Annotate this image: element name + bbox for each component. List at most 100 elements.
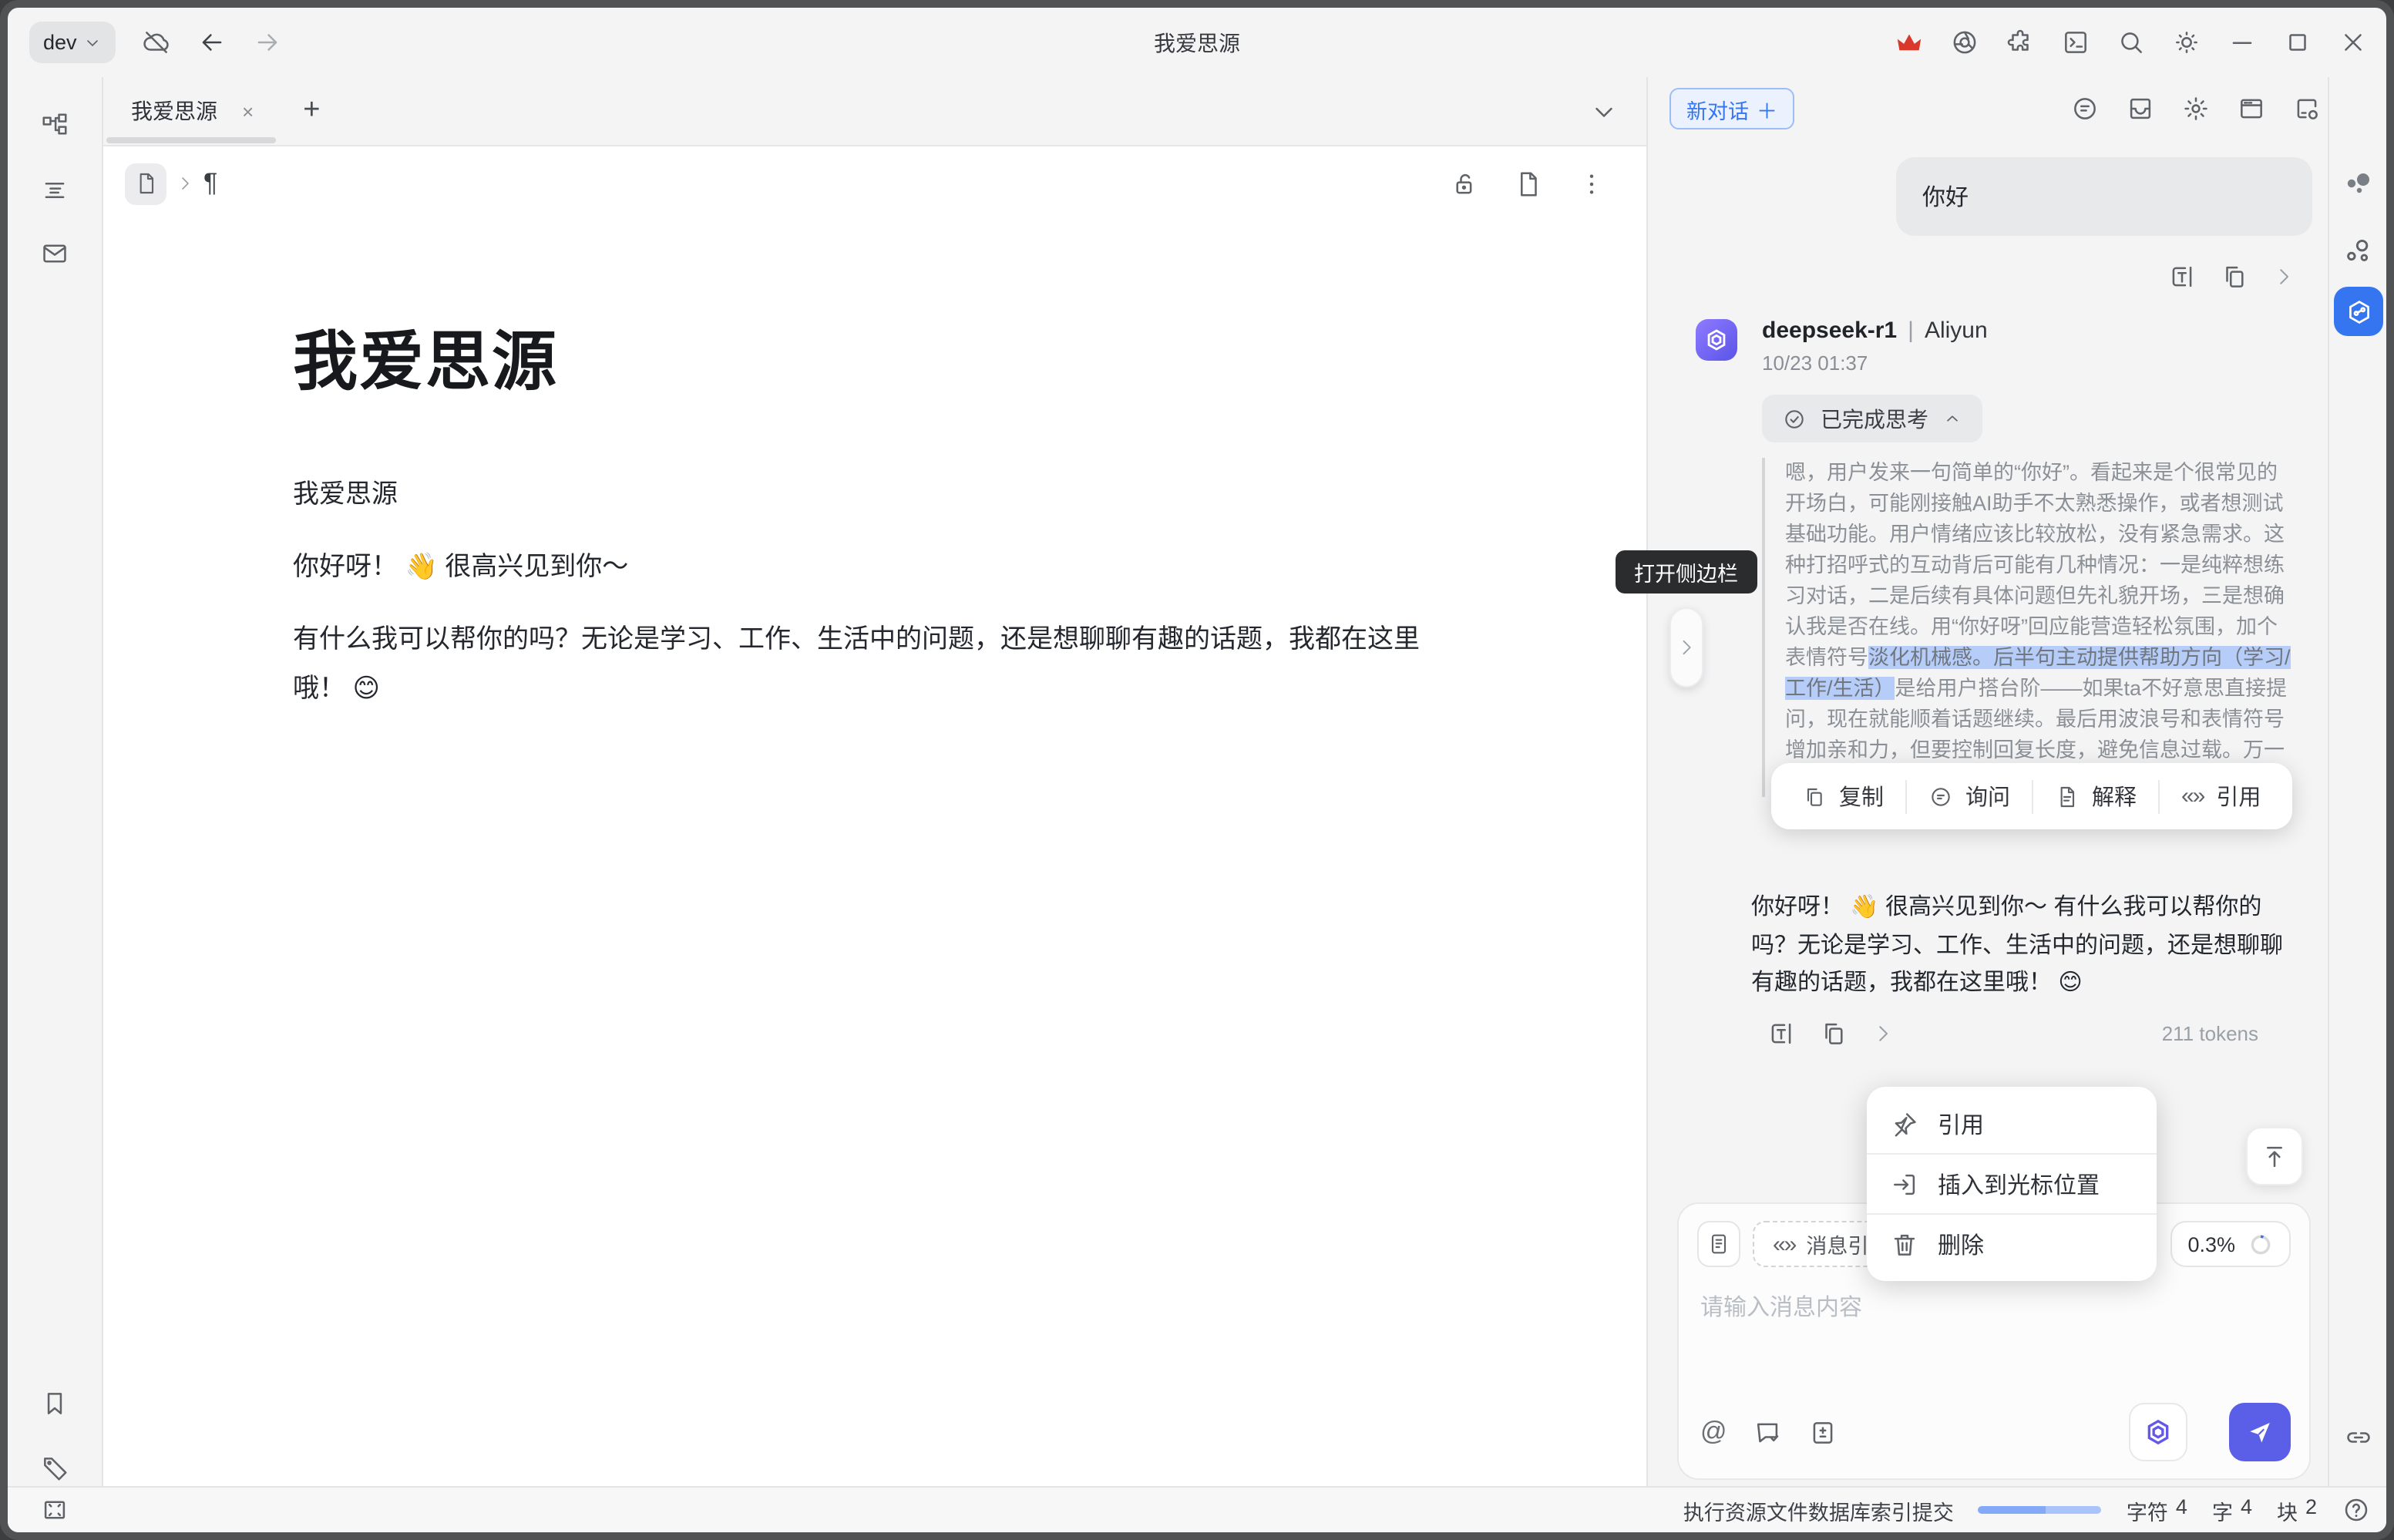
tag-icon[interactable]	[40, 1454, 69, 1483]
status-bar: 执行资源文件数据库索引提交 字符4 字4 块2	[8, 1486, 2386, 1532]
editor-pane: 我爱思源 × + ¶ 我爱思源 我爱思源 你好呀！ 👋 很高兴见到你～ 有什么我…	[103, 77, 1646, 1486]
send-button[interactable]	[2229, 1403, 2291, 1461]
close-icon[interactable]	[2339, 28, 2368, 57]
new-tab-button[interactable]: +	[303, 94, 320, 128]
file-icon	[133, 171, 158, 196]
copy-icon[interactable]	[2220, 262, 2249, 291]
background-task-text: 执行资源文件数据库索引提交	[1683, 1495, 1954, 1525]
thinking-toggle[interactable]: 已完成思考	[1762, 395, 1982, 442]
terminal-icon[interactable]	[2061, 28, 2090, 57]
minimize-icon[interactable]	[2228, 28, 2257, 57]
reader-icon	[1706, 1232, 1731, 1256]
open-sidebar-tooltip: 打开侧边栏	[1616, 550, 1757, 593]
mention-at-icon[interactable]: @	[1700, 1417, 1727, 1448]
expand-chevron-icon[interactable]	[1871, 1022, 1895, 1045]
graph-view-icon[interactable]	[2341, 234, 2375, 268]
title-bar: dev 我爱思源	[8, 8, 2386, 77]
chat-history-icon[interactable]	[2070, 94, 2100, 123]
tab-bar: 我爱思源 × +	[103, 77, 1646, 146]
menu-quote-item[interactable]: 引用	[1867, 1094, 2157, 1153]
back-icon[interactable]	[197, 28, 227, 57]
menu-insert-item[interactable]: 插入到光标位置	[1867, 1155, 2157, 1213]
thinking-content[interactable]: 嗯，用户发来一句简单的“你好”。看起来是个很常见的开场白，可能刚接触AI助手不太…	[1762, 458, 2295, 797]
doc-breadcrumb-root[interactable]	[125, 163, 166, 204]
document-icon[interactable]	[1514, 169, 1543, 198]
selection-copy-button[interactable]: 复制	[1780, 780, 1905, 812]
context-usage-chip[interactable]: 0.3%	[2170, 1221, 2291, 1267]
doc-paragraph[interactable]: 我爱思源	[293, 470, 1434, 519]
word-count: 字4	[2212, 1495, 2252, 1525]
app-window: dev 我爱思源 我爱思源 ×	[0, 0, 2394, 1540]
browser-engine-icon[interactable]	[1950, 28, 1979, 57]
vip-crown-icon[interactable]	[1895, 28, 1924, 57]
maximize-icon[interactable]	[2283, 28, 2312, 57]
assistant-response[interactable]: 你好呀！ 👋 很高兴见到你～ 有什么我可以帮你的吗？无论是学习、工作、生活中的问…	[1751, 889, 2300, 1003]
task-progress-bar	[1979, 1506, 2102, 1514]
workspace-switcher[interactable]: dev	[29, 22, 116, 63]
tab-label: 我爱思源	[131, 96, 217, 126]
bookmark-icon[interactable]	[40, 1389, 69, 1418]
ai-plugin-button-active[interactable]	[2334, 287, 2383, 336]
assistant-name-row: deepseek-r1|Aliyun	[1762, 318, 1988, 344]
settings-gear-icon[interactable]	[2181, 94, 2211, 123]
tab-close-icon[interactable]: ×	[242, 99, 254, 123]
paragraph-mark[interactable]: ¶	[203, 168, 217, 199]
user-message-bubble[interactable]: 你好	[1896, 157, 2312, 236]
doc-paragraph[interactable]: 有什么我可以帮你的吗？无论是学习、工作、生活中的问题，还是想聊聊有趣的话题，我都…	[293, 615, 1434, 714]
tab-list-chevron-icon[interactable]	[1589, 96, 1619, 126]
tab-drag-indicator	[106, 136, 275, 143]
edit-text-icon[interactable]	[2167, 262, 2197, 291]
send-plane-icon	[2246, 1418, 2274, 1446]
panel-config-icon[interactable]	[2292, 94, 2322, 123]
selection-explain-button[interactable]: 解释	[2033, 780, 2158, 812]
file-tree-icon[interactable]	[40, 111, 69, 140]
inbox-icon[interactable]	[40, 239, 69, 268]
document-content[interactable]: 我爱思源 我爱思源 你好呀！ 👋 很高兴见到你～ 有什么我可以帮你的吗？无论是学…	[103, 310, 1646, 714]
cloud-off-icon[interactable]	[142, 28, 171, 57]
selection-copy-label: 复制	[1839, 780, 1884, 812]
quote-marks-icon: «»	[2181, 783, 2204, 809]
check-circle-icon	[1782, 406, 1807, 431]
selection-explain-label: 解释	[2092, 780, 2137, 812]
scroll-top-icon	[2260, 1142, 2289, 1171]
workspace-expand-icon[interactable]	[40, 1495, 69, 1525]
unlock-icon[interactable]	[1451, 169, 1480, 198]
outline-icon[interactable]	[40, 176, 69, 205]
more-kebab-icon[interactable]	[1577, 169, 1606, 198]
reader-chip[interactable]	[1697, 1221, 1740, 1267]
menu-insert-label: 插入到光标位置	[1938, 1168, 2100, 1200]
menu-delete-item[interactable]: 删除	[1867, 1215, 2157, 1273]
selection-quote-button[interactable]: «» 引用	[2160, 780, 2282, 812]
sidebar-expand-handle[interactable]	[1669, 607, 1703, 688]
tab-active[interactable]: 我爱思源 ×	[103, 76, 281, 146]
trash-icon	[1890, 1229, 1919, 1259]
copy-icon[interactable]	[1819, 1019, 1848, 1048]
theme-icon[interactable]	[2172, 28, 2201, 57]
archive-box-icon[interactable]	[2126, 94, 2155, 123]
edit-text-icon[interactable]	[1767, 1019, 1796, 1048]
model-select-button[interactable]	[2129, 1403, 2187, 1461]
divider: |	[1908, 318, 1914, 344]
workspace-label: dev	[43, 31, 77, 54]
selection-ask-label: 询问	[1965, 780, 2010, 812]
search-icon[interactable]	[2117, 28, 2146, 57]
extensions-icon[interactable]	[2006, 28, 2035, 57]
doc-heading[interactable]: 我爱思源	[293, 310, 1646, 404]
link-icon[interactable]	[2343, 1423, 2372, 1452]
new-chat-button[interactable]: 新对话 ＋	[1669, 88, 1794, 129]
left-dock	[8, 77, 103, 1486]
browser-window-icon[interactable]	[2237, 94, 2266, 123]
help-icon[interactable]	[2342, 1495, 2371, 1525]
doc-paragraph[interactable]: 你好呀！ 👋 很高兴见到你～	[293, 543, 1434, 592]
message-input[interactable]: 请输入消息内容	[1700, 1290, 1862, 1323]
chat-check-icon[interactable]	[1753, 1417, 1783, 1447]
scroll-to-top-button[interactable]	[2246, 1127, 2303, 1185]
chevron-right-icon	[1676, 637, 1697, 658]
expand-chevron-icon[interactable]	[2272, 265, 2295, 288]
insert-cursor-icon	[1890, 1169, 1919, 1199]
breadcrumb-chevron-icon	[176, 174, 194, 193]
selection-ask-button[interactable]: 询问	[1907, 780, 2032, 812]
prompt-settings-icon[interactable]	[1809, 1417, 1838, 1447]
forward-icon[interactable]	[253, 28, 282, 57]
assistant-dots-icon[interactable]	[2339, 166, 2376, 203]
